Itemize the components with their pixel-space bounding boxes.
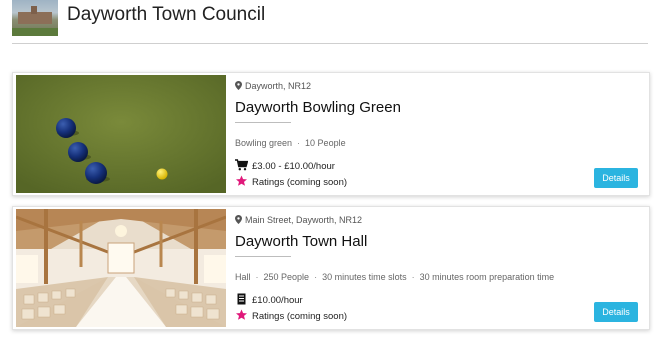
venue-type: Hall <box>235 272 251 282</box>
venue-price: £3.00 - £10.00/hour <box>235 159 335 172</box>
venue-time-slots: 30 minutes time slots <box>322 272 407 282</box>
jack-ball <box>156 168 168 180</box>
venue-meta: Bowling green · 10 People <box>235 138 346 148</box>
council-logo[interactable] <box>12 0 58 36</box>
bowl-ball <box>85 162 107 184</box>
venue-location: Dayworth, NR12 <box>235 81 311 91</box>
venue-location: Main Street, Dayworth, NR12 <box>235 215 362 225</box>
venue-card-bowling-green: Dayworth, NR12 Dayworth Bowling Green Bo… <box>12 72 650 196</box>
venue-capacity: 10 People <box>305 138 346 148</box>
venue-price: £10.00/hour <box>235 293 303 306</box>
venue-rating-text: Ratings (coming soon) <box>252 311 348 322</box>
venue-name-underline <box>235 122 291 123</box>
venue-meta: Hall · 250 People · 30 minutes time slots · 30… <box>235 272 555 282</box>
venue-name[interactable]: Dayworth Town Hall <box>235 233 367 250</box>
venue-name-underline <box>235 256 291 257</box>
details-button[interactable]: Details <box>594 302 638 322</box>
map-pin-icon <box>235 215 242 224</box>
venue-price-text: £10.00/hour <box>252 295 303 306</box>
bowl-ball <box>68 142 88 162</box>
cart-icon <box>235 159 248 171</box>
venue-type: Bowling green <box>235 138 293 148</box>
venue-rating: Ratings (coming soon) <box>235 309 347 322</box>
venue-rating-text: Ratings (coming soon) <box>252 177 348 188</box>
venue-image-bowling-green[interactable] <box>16 75 226 193</box>
venue-capacity: 250 People <box>263 272 310 282</box>
venue-name[interactable]: Dayworth Bowling Green <box>235 99 401 116</box>
venue-card-town-hall: Main Street, Dayworth, NR12 Dayworth Tow… <box>12 206 650 330</box>
venue-location-text: Dayworth, NR12 <box>245 81 312 91</box>
venue-rating: Ratings (coming soon) <box>235 175 347 188</box>
venue-price-text: £3.00 - £10.00/hour <box>252 161 335 172</box>
star-icon <box>236 309 247 320</box>
site-title: Dayworth Town Council <box>67 4 266 25</box>
star-icon <box>236 175 247 186</box>
header-divider <box>12 43 648 44</box>
receipt-icon <box>237 293 246 305</box>
details-button[interactable]: Details <box>594 168 638 188</box>
bowl-ball <box>56 118 76 138</box>
venue-prep-time: 30 minutes room preparation time <box>419 272 555 282</box>
venue-image-town-hall[interactable] <box>16 209 226 327</box>
map-pin-icon <box>235 81 242 90</box>
venue-location-text: Main Street, Dayworth, NR12 <box>245 215 363 225</box>
site-header: Dayworth Town Council <box>0 0 670 45</box>
